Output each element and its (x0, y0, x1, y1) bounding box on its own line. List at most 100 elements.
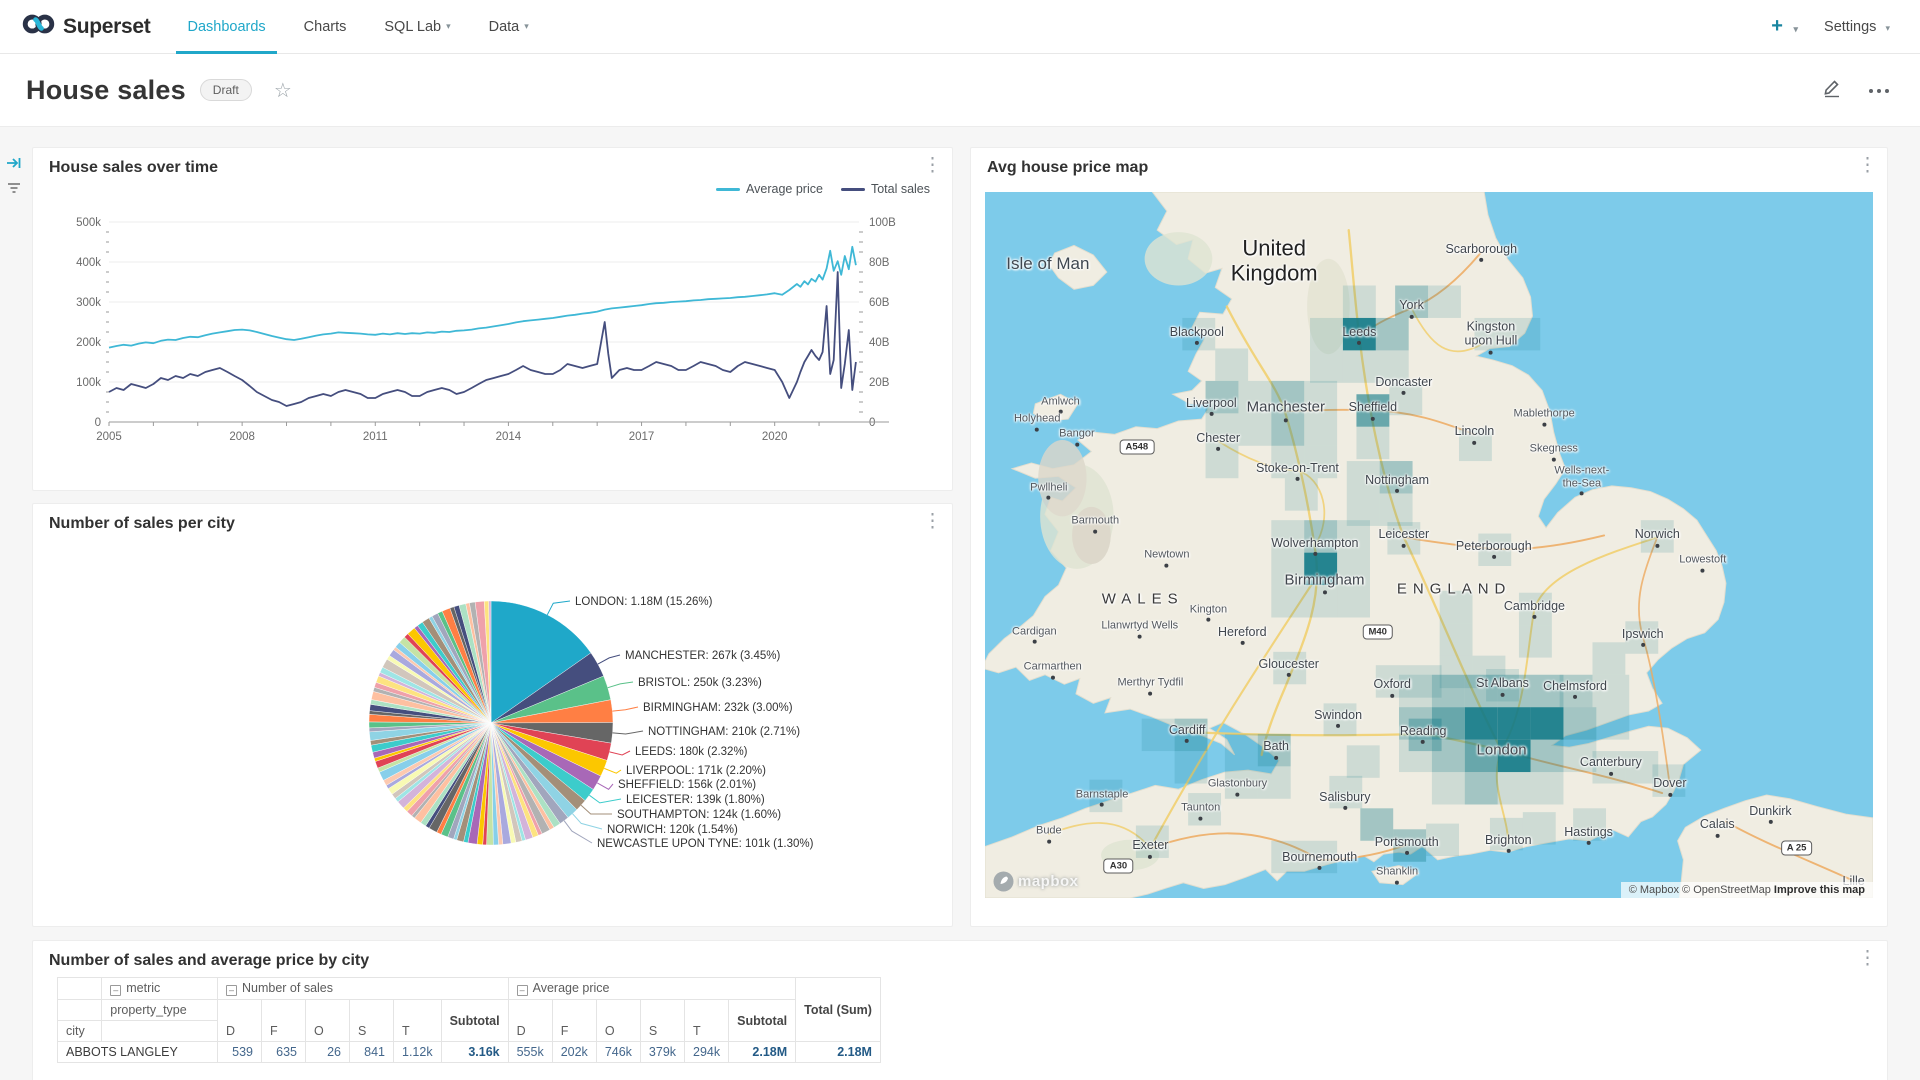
map-city-dot (1318, 866, 1322, 870)
map-city-dot (1209, 412, 1213, 416)
map-label-wells-next--the-sea: Wells-next- the-Sea (1554, 464, 1609, 495)
collapse-icon[interactable]: – (226, 985, 237, 996)
dashboard-header: House sales Draft ☆ (0, 54, 1920, 127)
favorite-star-icon[interactable]: ☆ (274, 78, 292, 103)
map-city-dot (1402, 391, 1406, 395)
map-label-canterbury: Canterbury (1580, 755, 1642, 775)
map-city-dot (1371, 417, 1375, 421)
map-label-reading: Reading (1400, 724, 1447, 744)
map-label-london: London (1477, 741, 1527, 758)
chart-card-sales-per-city: Number of sales per city ⋮ LONDON: 1.18M… (32, 503, 953, 927)
pie-label-sheffield: SHEFFIELD: 156k (2.01%) (618, 779, 756, 791)
table-row[interactable]: ABBOTS LANGLEY539635268411.12k3.16k555k2… (58, 1042, 881, 1063)
map-label-ipswich: Ipswich (1622, 626, 1664, 646)
legend-swatch (716, 188, 740, 191)
pie-label-london: LONDON: 1.18M (15.26%) (575, 596, 713, 608)
group-header-average-price: –Average price (508, 978, 796, 1000)
map-label-pwllheli: Pwllheli (1030, 481, 1067, 500)
settings-menu[interactable]: Settings ▾ (1824, 19, 1890, 35)
map-label-wales: WALES (1102, 591, 1184, 608)
map-city-dot (1573, 695, 1577, 699)
superset-brand[interactable]: Superset (0, 0, 168, 53)
filter-icon[interactable] (6, 181, 22, 200)
map-city-dot (1501, 692, 1505, 696)
map-city-dot (1715, 834, 1719, 838)
nav-item-sql-lab[interactable]: SQL Lab▾ (365, 0, 469, 53)
pie-chart[interactable]: LONDON: 1.18M (15.26%)MANCHESTER: 267k (… (33, 504, 954, 928)
legend-swatch (841, 188, 865, 191)
edit-pencil-icon[interactable] (1822, 78, 1842, 103)
chart-card-pivot-table: Number of sales and average price by cit… (32, 940, 1888, 1080)
map-label-glastonbury: Glastonbury (1208, 778, 1267, 797)
chart-kebab-menu-icon[interactable]: ⋮ (1858, 156, 1877, 175)
cell-value: 539 (218, 1042, 262, 1063)
map-label-united-kingdom: United Kingdom (1231, 235, 1318, 286)
map-city-dot (1323, 591, 1327, 595)
map-city-dot (1542, 422, 1546, 426)
pie-label-newcastle-upon-tyne: NEWCASTLE UPON TYNE: 101k (1.30%) (597, 838, 814, 850)
main-nav: DashboardsChartsSQL Lab▾Data▾ (168, 0, 547, 53)
timeseries-chart[interactable]: 0100k200k300k400k500k020B40B60B80B100B20… (47, 206, 937, 488)
map-canvas[interactable]: United KingdomENGLANDWALESIsle of ManSca… (985, 192, 1873, 898)
chart-title: House sales over time (49, 159, 218, 177)
map-label-york: York (1399, 298, 1424, 318)
mapbox-logo[interactable]: mapbox (993, 871, 1079, 892)
map-label-norwich: Norwich (1635, 527, 1680, 547)
map-label-swindon: Swindon (1314, 707, 1362, 727)
svg-text:2014: 2014 (496, 431, 522, 443)
map-label-taunton: Taunton (1181, 802, 1220, 821)
dashboard-grid: House sales over time ⋮ Average price Tot… (0, 127, 1920, 1080)
more-options-icon[interactable] (1868, 81, 1890, 99)
map-label-blackpool: Blackpool (1170, 325, 1224, 345)
svg-text:500k: 500k (76, 217, 101, 229)
collapse-icon[interactable]: – (517, 985, 528, 996)
pie-label-bristol: BRISTOL: 250k (3.23%) (638, 677, 762, 689)
map-label-stoke-on-trent: Stoke-on-Trent (1256, 460, 1339, 480)
expand-filter-bar-icon[interactable] (6, 155, 22, 176)
map-city-dot (1235, 793, 1239, 797)
map-city-dot (1552, 458, 1556, 462)
map-city-dot (1195, 341, 1199, 345)
improve-map-link[interactable]: Improve this map (1774, 884, 1865, 896)
pie-label-leicester: LEICESTER: 139k (1.80%) (626, 794, 765, 806)
chart-kebab-menu-icon[interactable]: ⋮ (923, 156, 942, 175)
svg-text:2020: 2020 (762, 431, 788, 443)
svg-text:300k: 300k (76, 297, 101, 309)
map-label-cardiff: Cardiff (1169, 723, 1206, 743)
svg-text:80B: 80B (869, 257, 890, 269)
map-label-leicester: Leicester (1378, 527, 1429, 547)
legend-item-total-sales[interactable]: Total sales (841, 182, 930, 196)
map-label-lincoln: Lincoln (1455, 424, 1495, 444)
svg-text:2011: 2011 (363, 431, 388, 443)
nav-item-dashboards[interactable]: Dashboards (168, 0, 284, 53)
pie-label-nottingham: NOTTINGHAM: 210k (2.71%) (648, 726, 800, 738)
map-city-dot (1410, 315, 1414, 319)
nav-item-data[interactable]: Data▾ (470, 0, 548, 53)
new-item-button[interactable]: + ▾ (1771, 15, 1798, 38)
map-attribution: © Mapbox © OpenStreetMap Improve this ma… (1621, 882, 1873, 898)
map-label-sheffield: Sheffield (1349, 400, 1397, 420)
legend-item-average-price[interactable]: Average price (716, 182, 823, 196)
map-label-amlwch: Amlwch (1041, 395, 1080, 414)
map-label-exeter: Exeter (1132, 838, 1168, 858)
map-city-dot (1148, 855, 1152, 859)
map-label-isle-of-man: Isle of Man (1006, 254, 1089, 274)
collapse-icon[interactable]: – (110, 985, 121, 996)
map-label-llanwrtyd-wells: Llanwrtyd Wells (1101, 620, 1178, 639)
page-title: House sales (26, 75, 186, 106)
chart-kebab-menu-icon[interactable]: ⋮ (1858, 949, 1877, 968)
map-city-dot (1240, 641, 1244, 645)
pie-label-norwich: NORWICH: 120k (1.54%) (607, 824, 738, 836)
cell-value: 746k (596, 1042, 640, 1063)
nav-item-charts[interactable]: Charts (285, 0, 366, 53)
map-city-dot (1295, 477, 1299, 481)
map-city-dot (1489, 350, 1493, 354)
map-label-hereford: Hereford (1218, 624, 1267, 644)
svg-text:40B: 40B (869, 337, 890, 349)
map-city-dot (1274, 755, 1278, 759)
chart-title: Number of sales and average price by cit… (49, 952, 369, 970)
map-city-dot (1343, 806, 1347, 810)
cell-value: 1.12k (394, 1042, 442, 1063)
chevron-down-icon: ▾ (1794, 24, 1799, 34)
map-city-dot (1587, 841, 1591, 845)
